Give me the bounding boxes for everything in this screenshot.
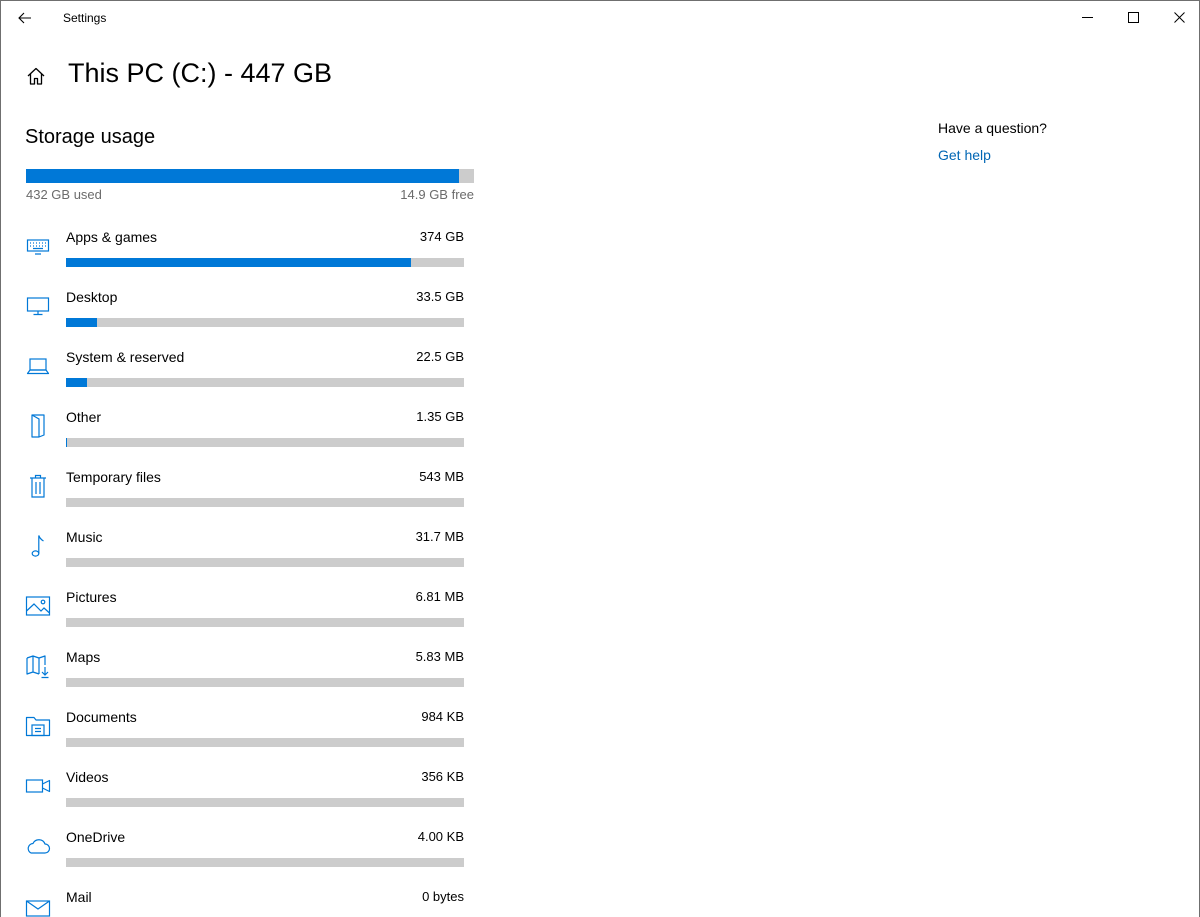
- category-usage-bar: [66, 438, 464, 447]
- category-usage-bar-fill: [66, 318, 98, 327]
- home-icon: [26, 66, 46, 86]
- category-name: Desktop: [66, 289, 118, 305]
- category-usage-bar: [66, 678, 464, 687]
- category-system-reserved[interactable]: System & reserved 22.5 GB: [21, 345, 466, 405]
- category-usage-bar: [66, 738, 464, 747]
- category-size: 1.35 GB: [416, 409, 464, 424]
- storage-usage-heading: Storage usage: [25, 126, 156, 148]
- settings-window: Settings This PC (C:) - 447 GB Storage u…: [0, 0, 1200, 917]
- monitor-icon: [23, 291, 53, 321]
- back-arrow-icon: [18, 12, 32, 24]
- picture-icon: [23, 591, 53, 621]
- category-onedrive[interactable]: OneDrive 4.00 KB: [21, 825, 466, 885]
- category-name: Maps: [66, 649, 101, 665]
- category-name: Mail: [66, 889, 92, 905]
- help-question: Have a question?: [938, 120, 1047, 136]
- category-usage-bar: [66, 498, 464, 507]
- category-name: OneDrive: [66, 829, 126, 845]
- category-size: 4.00 KB: [417, 829, 464, 844]
- total-usage-bar-fill: [26, 169, 460, 183]
- mail-icon: [23, 891, 53, 917]
- category-pictures[interactable]: Pictures 6.81 MB: [21, 585, 466, 645]
- category-usage-bar: [66, 618, 464, 627]
- category-name: Videos: [66, 769, 109, 785]
- category-videos[interactable]: Videos 356 KB: [21, 765, 466, 825]
- category-size: 22.5 GB: [416, 349, 464, 364]
- keyboard-icon: [23, 231, 53, 261]
- category-name: Documents: [66, 709, 137, 725]
- page-title: This PC (C:) - 447 GB: [68, 58, 333, 88]
- category-name: Other: [66, 409, 102, 425]
- title-bar: Settings: [1, 1, 1199, 34]
- category-desktop[interactable]: Desktop 33.5 GB: [21, 285, 466, 345]
- used-space-label: 432 GB used: [26, 187, 102, 202]
- category-size: 33.5 GB: [416, 289, 464, 304]
- maximize-icon: [1127, 12, 1139, 23]
- category-size: 5.83 MB: [415, 649, 464, 664]
- category-music[interactable]: Music 31.7 MB: [21, 525, 466, 585]
- other-file-icon: [23, 411, 53, 441]
- get-help-link[interactable]: Get help: [938, 147, 991, 163]
- maximize-button[interactable]: [1110, 1, 1156, 34]
- video-camera-icon: [23, 771, 53, 801]
- map-download-icon: [23, 651, 53, 681]
- laptop-icon: [23, 351, 53, 381]
- category-name: Temporary files: [66, 469, 161, 485]
- documents-folder-icon: [23, 711, 53, 741]
- category-other[interactable]: Other 1.35 GB: [21, 405, 466, 465]
- app-title: Settings: [63, 11, 107, 25]
- trash-icon: [23, 471, 53, 501]
- music-note-icon: [23, 531, 53, 561]
- category-maps[interactable]: Maps 5.83 MB: [21, 645, 466, 705]
- category-size: 0 bytes: [422, 889, 464, 904]
- category-size: 984 KB: [421, 709, 464, 724]
- category-usage-bar-fill: [66, 258, 412, 267]
- category-usage-bar: [66, 258, 464, 267]
- category-name: Pictures: [66, 589, 117, 605]
- category-usage-bar: [66, 378, 464, 387]
- total-usage-bar: [26, 169, 474, 183]
- category-temporary-files[interactable]: Temporary files 543 MB: [21, 465, 466, 525]
- cloud-icon: [23, 831, 53, 861]
- minimize-button[interactable]: [1064, 1, 1110, 34]
- close-button[interactable]: [1156, 1, 1199, 34]
- category-size: 543 MB: [419, 469, 464, 484]
- category-usage-bar: [66, 318, 464, 327]
- free-space-label: 14.9 GB free: [400, 187, 474, 202]
- category-name: System & reserved: [66, 349, 185, 365]
- back-button[interactable]: [1, 1, 49, 34]
- category-name: Apps & games: [66, 229, 158, 245]
- home-button[interactable]: [21, 61, 51, 91]
- category-documents[interactable]: Documents 984 KB: [21, 705, 466, 765]
- category-size: 6.81 MB: [415, 589, 464, 604]
- category-usage-bar: [66, 558, 464, 567]
- category-apps-games[interactable]: Apps & games 374 GB: [21, 225, 466, 285]
- category-size: 374 GB: [419, 229, 464, 244]
- category-usage-bar-fill: [66, 438, 68, 447]
- category-size: 31.7 MB: [415, 529, 464, 544]
- category-usage-bar: [66, 798, 464, 807]
- category-usage-bar: [66, 858, 464, 867]
- category-mail[interactable]: Mail 0 bytes: [21, 885, 466, 917]
- minimize-icon: [1081, 12, 1093, 23]
- category-size: 356 KB: [421, 769, 464, 784]
- close-icon: [1173, 12, 1185, 23]
- category-usage-bar-fill: [66, 378, 87, 387]
- category-name: Music: [66, 529, 103, 545]
